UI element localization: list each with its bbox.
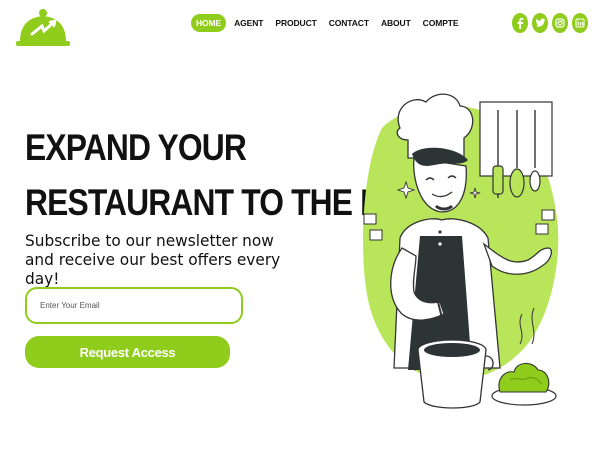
- twitter-icon[interactable]: [532, 13, 548, 33]
- nav-product[interactable]: PRODUCT: [271, 14, 320, 32]
- chef-cooking-illustration: [363, 93, 559, 409]
- cloche-logo-icon[interactable]: [14, 4, 72, 48]
- nav-agent[interactable]: AGENT: [230, 14, 267, 32]
- hero-title-line-2: RESTAURANT TO THE BEST: [25, 182, 442, 223]
- social-links: [512, 13, 588, 33]
- hero-title-line-1: EXPAND YOUR: [25, 127, 247, 168]
- linkedin-icon[interactable]: [572, 13, 588, 33]
- nav-home[interactable]: HOME: [191, 14, 227, 32]
- facebook-icon[interactable]: [512, 13, 528, 33]
- instagram-icon[interactable]: [552, 13, 568, 33]
- nav-about[interactable]: ABOUT: [377, 14, 415, 32]
- nav-compte[interactable]: COMPTE: [419, 14, 463, 32]
- nav-contact[interactable]: CONTACT: [325, 14, 373, 32]
- hero-subtitle: Subscribe to our newsletter now and rece…: [25, 231, 281, 288]
- hero-title: EXPAND YOUR RESTAURANT TO THE BEST: [25, 120, 442, 230]
- main-nav: HOME AGENT PRODUCT CONTACT ABOUT COMPTE: [191, 14, 462, 32]
- request-access-button[interactable]: Request Access: [25, 336, 230, 368]
- email-input[interactable]: [25, 287, 243, 324]
